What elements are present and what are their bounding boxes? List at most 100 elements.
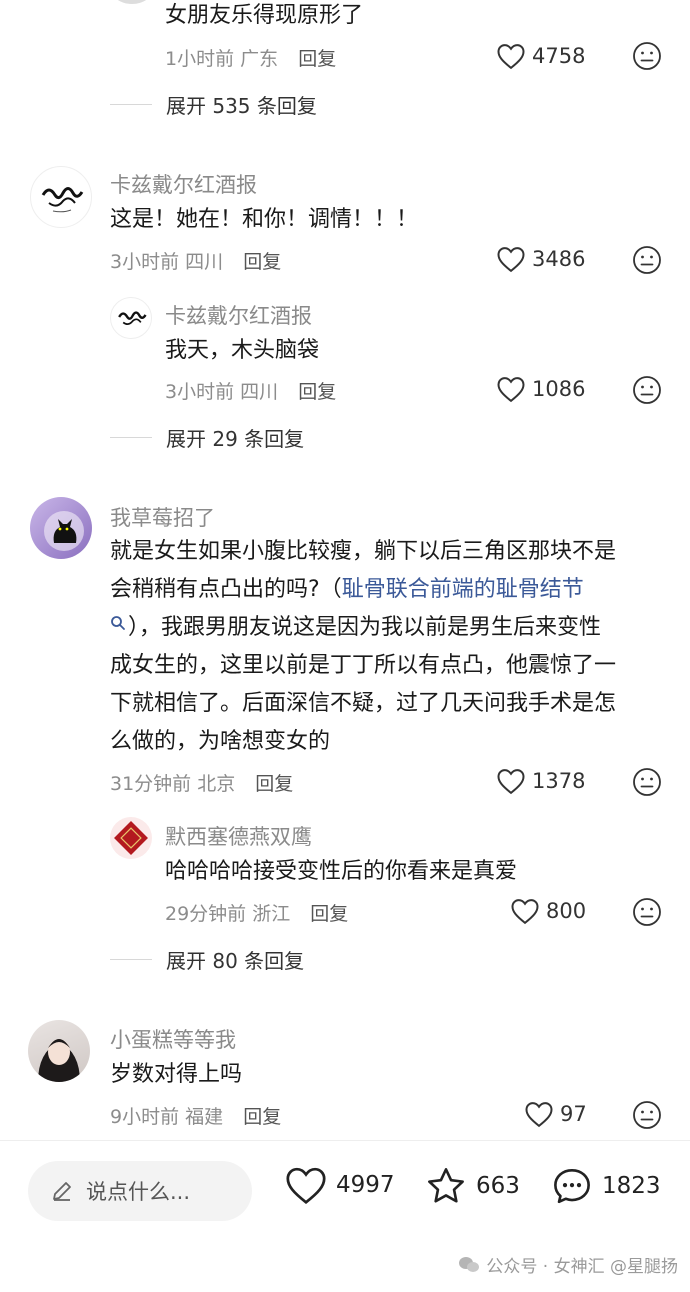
expand-label: 展开 535 条回复 (166, 94, 317, 118)
wechat-icon (459, 1256, 480, 1272)
comment-location: 福建 (185, 1106, 224, 1128)
watermark: 公众号 · 女神汇 @星腿扬 (458, 1252, 678, 1277)
divider (110, 104, 152, 105)
like-count: 97 (560, 1102, 587, 1126)
comment-author[interactable]: 我草莓招了 (110, 502, 215, 532)
profile-photo-icon (38, 1039, 80, 1082)
reply-time: 3小时前 (165, 381, 235, 403)
heart-icon (497, 44, 525, 70)
comment-input-placeholder: 说点什么... (86, 1180, 191, 1204)
comment-meta: 1小时前 广东 回复 (165, 44, 336, 71)
like-button[interactable]: 4758 (496, 42, 585, 70)
comment-text-line: 会稍稍有点凸出的吗?（耻骨联合前端的耻骨结节 (110, 571, 584, 608)
dislike-button[interactable] (632, 41, 662, 75)
pencil-icon (53, 1182, 71, 1201)
dislike-button[interactable] (632, 375, 662, 409)
comment-text: 这是！她在！和你！调情！！！ (110, 207, 419, 232)
reply-button[interactable]: 回复 (243, 1106, 281, 1128)
like-count: 800 (546, 899, 587, 923)
reply-author[interactable]: 卡兹戴尔红酒报 (165, 300, 312, 330)
comment-text: 岁数对得上吗 (110, 1062, 243, 1087)
comment-text-span: 会稍稍有点凸出的吗?（ (110, 577, 342, 602)
meh-face-icon (633, 376, 661, 404)
heart-icon (497, 769, 525, 795)
reply-author[interactable]: 默西塞德燕双鹰 (165, 821, 312, 851)
like-button[interactable]: 1086 (496, 375, 585, 403)
heart-icon (511, 899, 539, 925)
comment-location: 广东 (240, 48, 279, 70)
star-icon (428, 1168, 464, 1203)
comments-count: 1823 (602, 1173, 661, 1199)
like-post-button[interactable]: 4997 (284, 1165, 395, 1205)
avatar[interactable] (30, 497, 92, 559)
meh-face-icon (633, 768, 661, 796)
reply-text: 哈哈哈哈接受变性后的你看来是真爱 (165, 859, 518, 884)
reply-time: 29分钟前 (165, 903, 247, 925)
comment-text-line: 就是女生如果小腹比较瘦，躺下以后三角区那块不是 (110, 539, 617, 564)
reply-location: 浙江 (252, 903, 291, 925)
reply-button[interactable]: 回复 (255, 773, 293, 795)
dislike-button[interactable] (632, 767, 662, 801)
like-button[interactable]: 800 (510, 897, 586, 925)
reply-button[interactable]: 回复 (298, 381, 336, 403)
avatar[interactable] (110, 0, 154, 4)
reply-button[interactable]: 回复 (243, 251, 281, 273)
like-button[interactable]: 3486 (496, 245, 585, 273)
comment-time: 31分钟前 (110, 773, 192, 795)
comment-author[interactable]: 小蛋糕等等我 (110, 1024, 236, 1054)
comment-time: 3小时前 (110, 251, 180, 273)
comment-text-line: 成女生的，这里以前是丁丁所以有点凸，他震惊了一 (110, 653, 617, 678)
reply-meta: 3小时前 四川 回复 (165, 377, 336, 404)
like-post-count: 4997 (336, 1172, 395, 1198)
reply-location: 四川 (240, 381, 279, 403)
dislike-button[interactable] (632, 245, 662, 279)
like-count: 3486 (532, 247, 586, 271)
meh-face-icon (633, 246, 661, 274)
favorite-button[interactable]: 663 (424, 1165, 520, 1207)
reply-meta: 29分钟前 浙江 回复 (165, 899, 348, 926)
heart-icon (497, 247, 525, 273)
avatar[interactable] (30, 166, 92, 228)
calligraphy-logo-icon (41, 187, 84, 213)
comment-text: 女朋友乐得现原形了 (165, 3, 364, 28)
divider (110, 959, 152, 960)
avatar[interactable] (110, 297, 152, 339)
heart-icon (286, 1167, 326, 1205)
dislike-button[interactable] (632, 897, 662, 931)
comment-text-line: 么做的，为啥想变女的 (110, 729, 331, 754)
watermark-text: 公众号 · 女神汇 @星腿扬 (486, 1257, 678, 1277)
divider (110, 437, 152, 438)
expand-replies-button[interactable]: 展开 535 条回复 (110, 90, 317, 119)
comment-meta: 31分钟前 北京 回复 (110, 769, 293, 796)
heart-icon (497, 377, 525, 403)
like-count: 4758 (532, 44, 586, 68)
reply-button[interactable]: 回复 (310, 903, 348, 925)
like-count: 1378 (532, 769, 586, 793)
comment-time: 1小时前 (165, 48, 235, 70)
avatar[interactable] (28, 1020, 90, 1082)
meh-face-icon (633, 898, 661, 926)
comment-text-line: ），我跟男朋友说这是因为我以前是男生后来变性 (128, 615, 602, 640)
favorite-count: 663 (476, 1173, 520, 1199)
like-count: 1086 (532, 377, 586, 401)
reply-button[interactable]: 回复 (298, 48, 336, 70)
meh-face-icon (633, 42, 661, 70)
like-button[interactable]: 97 (524, 1100, 587, 1128)
heart-icon (525, 1102, 553, 1128)
comments-button[interactable]: 1823 (550, 1165, 661, 1207)
comment-location: 北京 (197, 773, 236, 795)
meh-face-icon (633, 1101, 661, 1129)
search-link[interactable]: 耻骨联合前端的耻骨结节 (342, 577, 584, 602)
comment-author[interactable]: 卡兹戴尔红酒报 (110, 169, 257, 199)
expand-replies-button[interactable]: 展开 29 条回复 (110, 423, 304, 452)
avatar[interactable] (110, 817, 152, 859)
like-button[interactable]: 1378 (496, 767, 585, 795)
dislike-button[interactable] (632, 1100, 662, 1134)
comment-meta: 9小时前 福建 回复 (110, 1102, 281, 1129)
reply-text: 我天，木头脑袋 (165, 338, 320, 363)
expand-replies-button[interactable]: 展开 80 条回复 (110, 945, 304, 974)
comment-input[interactable]: 说点什么... (28, 1161, 252, 1221)
search-icon[interactable] (110, 615, 126, 635)
expand-label: 展开 80 条回复 (166, 949, 305, 973)
red-diamond-emblem-icon (114, 821, 148, 855)
